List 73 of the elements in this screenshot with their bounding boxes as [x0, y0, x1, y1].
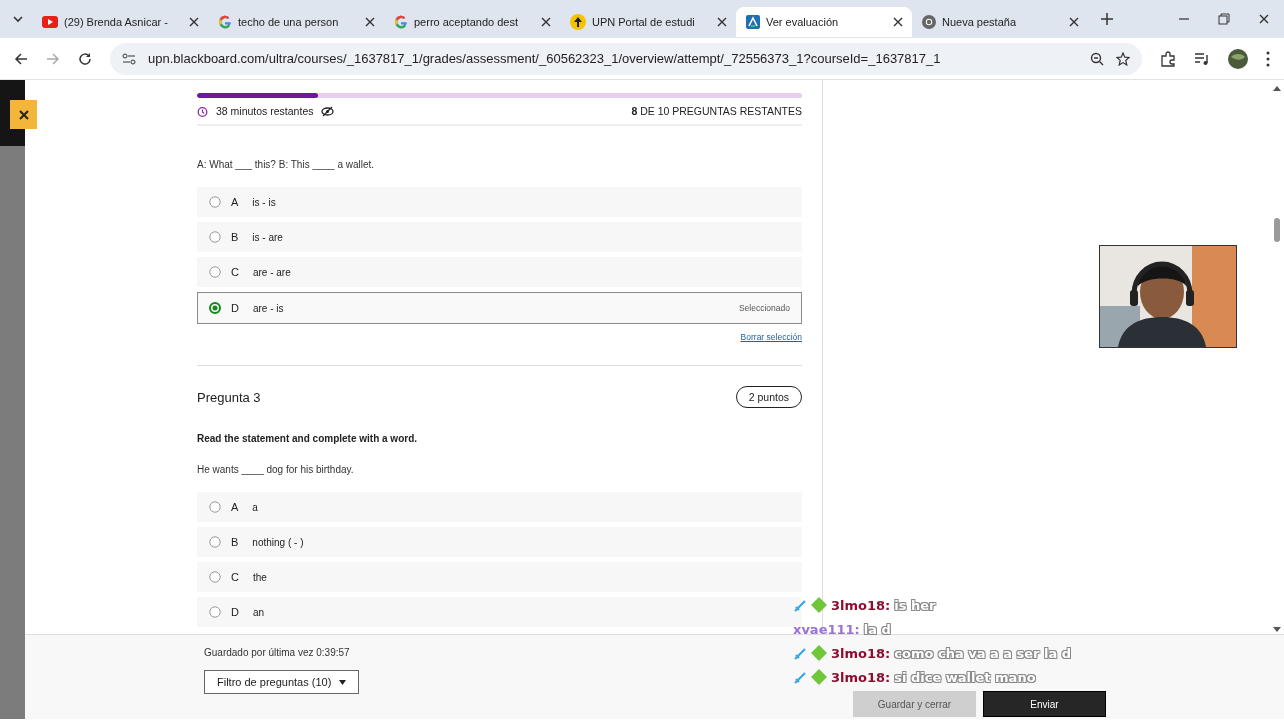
radio-icon[interactable] [209, 501, 221, 513]
chat-message: como cha va a a ser la d [894, 645, 1072, 661]
questions-remaining: 8 DE 10 PREGUNTAS RESTANTES [631, 105, 802, 117]
site-settings-icon[interactable] [122, 51, 136, 66]
torch-icon [570, 14, 586, 30]
scroll-down-icon[interactable] [1273, 627, 1281, 632]
close-icon[interactable] [716, 16, 728, 28]
scroll-up-icon[interactable] [1273, 86, 1281, 91]
question-instruction: Read the statement and complete with a word. [197, 433, 419, 444]
menu-icon[interactable] [1266, 50, 1270, 67]
chat-message: la d [863, 621, 891, 637]
browser-tab[interactable]: (29) Brenda Asnicar - [32, 7, 208, 37]
puzzle-icon[interactable] [1160, 50, 1176, 67]
saved-status: Guardado por última vez 0:39:57 [204, 647, 350, 658]
close-icon[interactable] [892, 16, 904, 28]
close-button[interactable] [10, 100, 37, 129]
question-text: He wants ____ dog for his birthday. [197, 464, 355, 475]
answer-option[interactable]: D are - is Seleccionado [197, 292, 802, 324]
chat-username: 3lmo18: [831, 597, 891, 613]
scrollbar-thumb[interactable] [1274, 218, 1280, 242]
chrome-icon [922, 15, 936, 29]
answer-option[interactable]: D an [197, 597, 802, 627]
radio-icon[interactable] [209, 231, 221, 243]
browser-tab[interactable]: Ver evaluación [736, 7, 912, 37]
caret-down-icon [339, 679, 347, 685]
browser-tab[interactable]: Nueva pestaña [912, 7, 1088, 37]
course-icon [746, 15, 760, 29]
answer-option[interactable]: A is - is [197, 187, 802, 217]
answer-option[interactable]: B nothing ( - ) [197, 527, 802, 557]
g-logo-icon [218, 15, 232, 29]
reload-icon[interactable] [78, 51, 92, 66]
radio-icon[interactable] [209, 196, 221, 208]
chat-username: 3lmo18: [831, 645, 891, 661]
g-logo-icon [394, 15, 408, 29]
media-icon[interactable] [1194, 51, 1210, 66]
question-filter-dropdown[interactable]: Filtro de preguntas (10) [204, 670, 360, 694]
browser-tab[interactable]: techo de una person [208, 7, 384, 37]
radio-selected-icon[interactable] [209, 302, 221, 314]
address-field[interactable]: upn.blackboard.com/ultra/courses/_1637817_1/grades/assessment/_60562323_1/overview/attempt/_72556373_1?courseId=_1637817_1 [110, 42, 1142, 75]
plus-icon[interactable] [1100, 12, 1114, 26]
close-icon[interactable] [540, 16, 552, 28]
answer-option[interactable]: C are - are [197, 257, 802, 287]
chat-message: is her [894, 597, 936, 613]
answer-option[interactable]: B is - are [197, 222, 802, 252]
close-icon [17, 108, 30, 121]
submit-button[interactable]: Enviar [983, 691, 1106, 717]
browser-tab[interactable]: UPN Portal de estudi [560, 7, 736, 37]
close-icon[interactable] [1258, 13, 1270, 25]
close-icon[interactable] [188, 16, 200, 28]
question-title: Pregunta 3 [197, 389, 261, 405]
star-icon[interactable] [1116, 51, 1130, 66]
close-icon[interactable] [364, 16, 376, 28]
question-text: A: What ___ this? B: This ____ a wallet. [197, 159, 376, 170]
chat-message: si dice wallet mano [894, 669, 1036, 685]
timer-icon [197, 105, 208, 117]
answer-option[interactable]: A a [197, 492, 802, 522]
radio-icon[interactable] [209, 266, 221, 278]
radio-icon[interactable] [209, 536, 221, 548]
video-icon [42, 16, 58, 28]
radio-icon[interactable] [209, 571, 221, 583]
avatar-icon[interactable] [1228, 48, 1248, 69]
answer-option[interactable]: C the [197, 562, 802, 592]
hide-icon[interactable] [321, 105, 335, 117]
radio-icon[interactable] [209, 606, 221, 618]
save-close-button[interactable]: Guardar y cerrar [853, 691, 976, 717]
zoom-icon[interactable] [1090, 51, 1104, 66]
restore-icon[interactable] [1218, 13, 1230, 25]
browser-tab[interactable]: perro aceptando dest [384, 7, 560, 37]
time-remaining: 38 minutos restantes [216, 105, 314, 117]
chat-username: 3lmo18: [831, 669, 891, 685]
back-icon[interactable] [14, 51, 28, 66]
clear-selection-link[interactable]: Borrar selección [740, 332, 802, 342]
close-icon[interactable] [1068, 16, 1080, 28]
